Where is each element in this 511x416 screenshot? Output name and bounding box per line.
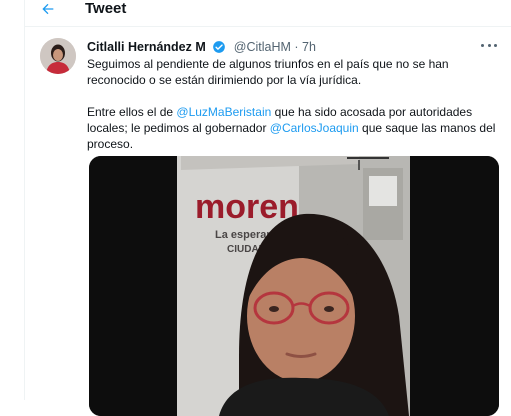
tweet-paragraph: Entre ellos el de @LuzMaBeristain que ha… xyxy=(87,104,497,152)
tweet-meta: Citlalli Hernández M @CitlaHM · 7h xyxy=(87,38,316,56)
more-options-button[interactable] xyxy=(479,38,499,52)
more-horizontal-icon xyxy=(487,44,491,47)
tweet-text: Seguimos al pendiente de algunos triunfo… xyxy=(87,56,497,152)
more-horizontal-icon xyxy=(481,44,484,47)
page-title: Tweet xyxy=(85,0,127,17)
avatar-image xyxy=(40,38,76,74)
tweet-paragraph: Seguimos al pendiente de algunos triunfo… xyxy=(87,57,449,87)
author-name[interactable]: Citlalli Hernández M xyxy=(87,40,206,54)
author-handle[interactable]: @CitlaHM xyxy=(234,40,291,54)
mention-link[interactable]: @CarlosJoaquin xyxy=(270,121,359,135)
page-header: Tweet xyxy=(25,0,511,27)
tweet-text-fragment: Entre ellos el de xyxy=(87,105,177,119)
mention-link[interactable]: @LuzMaBeristain xyxy=(176,105,271,119)
video-frame: moren La esperanz CIUDAD xyxy=(89,156,499,416)
verified-badge-icon xyxy=(213,41,226,53)
meta-separator: · xyxy=(294,40,299,54)
avatar[interactable] xyxy=(40,38,76,74)
arrow-left-icon xyxy=(42,3,54,15)
tweet-page: Tweet Citlalli Hernández M @CitlaHM · 7h… xyxy=(24,0,511,416)
video-player[interactable]: moren La esperanz CIUDAD xyxy=(89,156,499,416)
sign-text: moren xyxy=(195,188,299,226)
back-button[interactable] xyxy=(39,1,61,21)
more-horizontal-icon xyxy=(494,44,497,47)
tweet-timestamp[interactable]: 7h xyxy=(302,40,316,54)
